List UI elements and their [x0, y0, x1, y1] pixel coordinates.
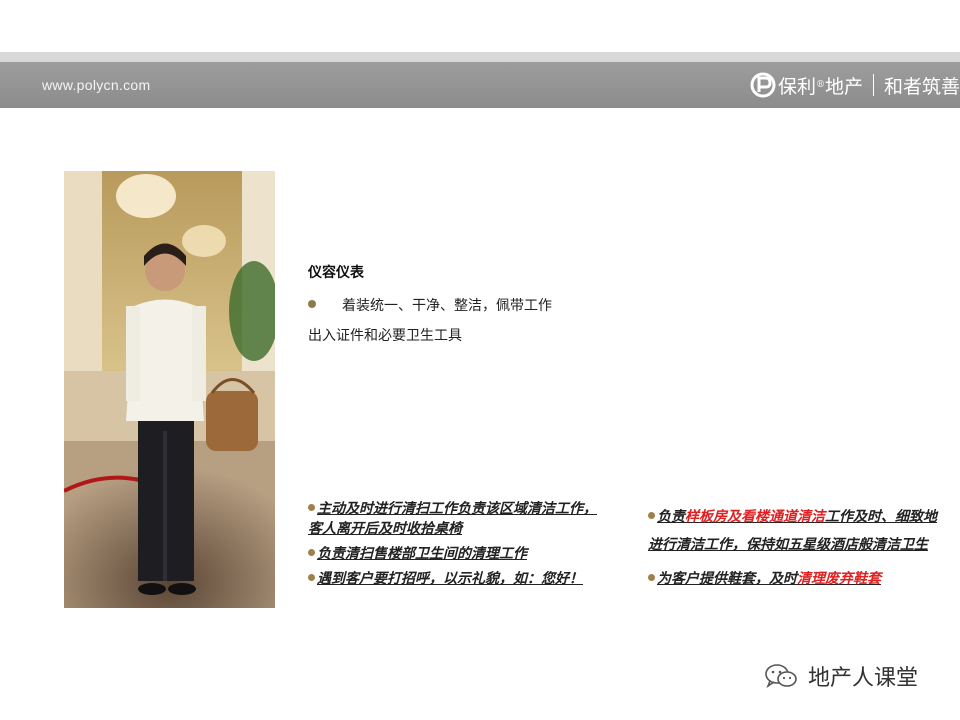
bullet-dot-icon	[308, 549, 315, 556]
section-title: 仪容仪表	[308, 265, 364, 281]
duties-left-list: 主动及时进行清扫工作负责该区域清洁工作，客人离开后及时收拾桌椅 负责清扫售楼部卫…	[308, 499, 603, 594]
list-item: 主动及时进行清扫工作负责该区域清洁工作，客人离开后及时收拾桌椅	[308, 499, 603, 539]
list-item: 为客户提供鞋套，及时清理废弃鞋套	[648, 565, 948, 593]
highlight-text: 清理废弃鞋套	[797, 571, 881, 587]
brand-slogan: 和者筑善	[883, 75, 960, 98]
duties-right-list: 负责样板房及看楼通道清洁工作及时、细致地进行清洁工作，保持如五星级酒店般清洁卫生…	[648, 503, 948, 599]
list-item: 负责样板房及看楼通道清洁工作及时、细致地进行清洁工作，保持如五星级酒店般清洁卫生	[648, 503, 948, 559]
wechat-watermark: 地产人课堂	[764, 660, 918, 692]
brand-separator	[872, 74, 874, 96]
bullet-dot-icon	[648, 512, 655, 519]
list-item: 负责清扫售楼部卫生间的清理工作	[308, 544, 603, 564]
list-item-text: 遇到客户要打招呼，以示礼貌，如：您好！	[317, 571, 583, 587]
intro-item: 着装统一、干净、整洁，佩带工作出入证件和必要卫生工具	[308, 291, 558, 351]
registered-mark: ®	[815, 80, 825, 90]
list-item-text: 主动及时进行清扫工作负责该区域清洁工作，客人离开后及时收拾桌椅	[308, 501, 597, 537]
bullet-dot-icon	[308, 574, 315, 581]
header-bar: www.polycn.com 保利 ® 地产 和者筑善	[0, 62, 960, 108]
site-url[interactable]: www.polycn.com	[42, 77, 150, 93]
poly-logo-icon	[750, 72, 776, 98]
list-item: 遇到客户要打招呼，以示礼貌，如：您好！	[308, 569, 603, 589]
staff-photo	[64, 171, 275, 608]
wechat-account-name: 地产人课堂	[808, 666, 919, 691]
list-item-text: 为客户提供鞋套，及时	[657, 571, 797, 587]
wechat-icon	[765, 664, 797, 689]
list-item-text: 负责	[657, 509, 685, 525]
top-divider	[0, 52, 960, 62]
brand-name: 保利	[777, 75, 816, 98]
intro-text: 着装统一、干净、整洁，佩带工作出入证件和必要卫生工具	[308, 298, 552, 344]
list-item-text: 负责清扫售楼部卫生间的清理工作	[317, 546, 527, 562]
brand-suffix: 地产	[824, 75, 863, 98]
bullet-dot-icon	[308, 300, 316, 308]
bullet-dot-icon	[648, 574, 655, 581]
bullet-dot-icon	[308, 504, 315, 511]
highlight-text: 样板房及看楼通道清洁	[685, 509, 825, 525]
brand-logo-group: 保利 ® 地产 和者筑善	[750, 70, 960, 100]
